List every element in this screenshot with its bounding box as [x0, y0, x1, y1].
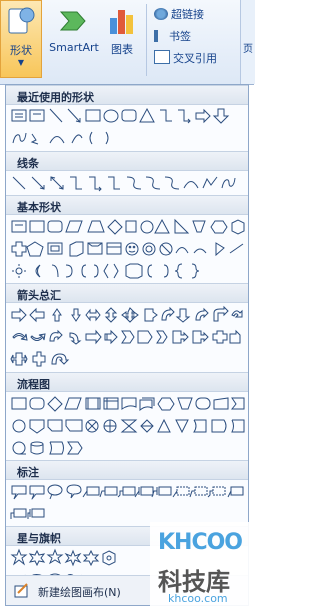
- crossref-icon: [154, 50, 170, 64]
- lines-row: [10, 173, 246, 195]
- chart-button[interactable]: 图表: [104, 0, 140, 84]
- hyperlink-button[interactable]: 超链接: [154, 6, 204, 22]
- section-callouts: 标注: [6, 460, 248, 480]
- ribbon-separator: [146, 4, 147, 76]
- hyperlink-label: 超链接: [171, 8, 204, 21]
- canvas-icon: [14, 583, 28, 598]
- bookmark-label: 书签: [169, 30, 191, 43]
- shape-grid[interactable]: [10, 128, 246, 148]
- basic-row-3: [10, 261, 246, 283]
- flowchart-row-2: [10, 416, 246, 438]
- arrows-row-3: [10, 349, 246, 371]
- chart-icon: [110, 10, 133, 34]
- crossref-button[interactable]: 交叉引用: [154, 50, 217, 66]
- shape-grid[interactable]: [10, 173, 246, 193]
- shape-grid[interactable]: [10, 482, 246, 502]
- section-recent: 最近使用的形状: [6, 85, 248, 105]
- shape-grid[interactable]: [10, 305, 246, 325]
- arrows-row-1: [10, 305, 246, 327]
- smartart-label: SmartArt: [49, 41, 99, 54]
- callouts-row-1: [10, 482, 246, 504]
- recent-shapes-row-1: [10, 106, 246, 128]
- new-drawing-canvas-label: 新建绘图画布(N): [38, 586, 121, 599]
- shape-grid[interactable]: [10, 106, 246, 126]
- ribbon: 形状 ▼ SmartArt 图表 超链接 书签 交叉引用 页: [0, 0, 255, 85]
- shapes-button[interactable]: 形状 ▼: [0, 0, 42, 78]
- crossref-label: 交叉引用: [173, 52, 217, 65]
- shape-grid[interactable]: [10, 394, 246, 414]
- flowchart-row-3: [10, 438, 246, 460]
- smartart-icon: [59, 11, 86, 31]
- bookmark-button[interactable]: 书签: [154, 28, 191, 44]
- flowchart-row-1: [10, 394, 246, 416]
- shapes-icon: [8, 7, 35, 34]
- shape-grid[interactable]: [10, 504, 246, 524]
- watermark-url: khcoo.com: [168, 592, 228, 605]
- section-arrows: 箭头总汇: [6, 283, 248, 303]
- shape-grid[interactable]: [10, 327, 246, 347]
- shape-grid[interactable]: [10, 438, 246, 458]
- arrows-row-2: [10, 327, 246, 349]
- ribbon-next-group[interactable]: 页: [240, 0, 255, 84]
- chevron-down-icon: ▼: [17, 58, 25, 67]
- basic-row-1: [10, 217, 246, 239]
- smartart-button[interactable]: SmartArt: [46, 0, 102, 84]
- hyperlink-icon: [154, 8, 168, 20]
- shape-grid[interactable]: [10, 261, 246, 281]
- next-group-label: 页: [243, 44, 253, 55]
- section-lines: 线条: [6, 151, 248, 171]
- recent-shapes-row-2: [10, 128, 246, 150]
- shape-grid[interactable]: [10, 416, 246, 436]
- section-basic: 基本形状: [6, 195, 248, 215]
- watermark-brand: KHCOO: [158, 530, 243, 555]
- section-flowchart: 流程图: [6, 372, 248, 392]
- chart-label: 图表: [111, 43, 133, 56]
- shape-grid[interactable]: [10, 217, 246, 237]
- basic-row-2: [10, 239, 246, 261]
- shape-grid[interactable]: [10, 239, 246, 259]
- shape-grid[interactable]: [10, 349, 246, 369]
- watermark: KHCOO 科技库 khcoo.com: [150, 522, 254, 606]
- shapes-label: 形状: [10, 44, 32, 57]
- bookmark-icon: [154, 30, 166, 42]
